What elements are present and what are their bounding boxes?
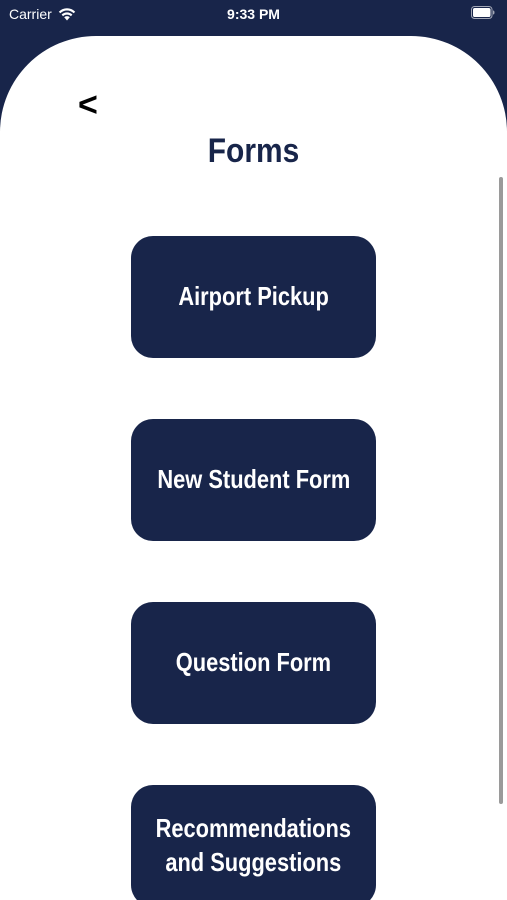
status-time: 9:33 PM [227,6,280,22]
page-title: Forms [207,132,300,170]
new-student-form-button[interactable]: New Student Form [131,419,376,541]
button-label: Question Form [175,647,332,678]
content-sheet: < Forms Airport Pickup New Student Form … [0,36,507,900]
recommendations-button[interactable]: Recommendations and Suggestions [131,785,376,900]
scrollbar[interactable] [499,177,503,804]
button-label: Recommendations and Suggestions [155,813,352,877]
question-form-button[interactable]: Question Form [131,602,376,724]
back-button[interactable]: < [78,88,98,122]
airport-pickup-button[interactable]: Airport Pickup [131,236,376,358]
button-label: New Student Form [157,464,350,495]
status-bar: Carrier 9:33 PM [0,0,507,30]
battery-icon [471,6,495,19]
button-label: Airport Pickup [178,281,329,312]
